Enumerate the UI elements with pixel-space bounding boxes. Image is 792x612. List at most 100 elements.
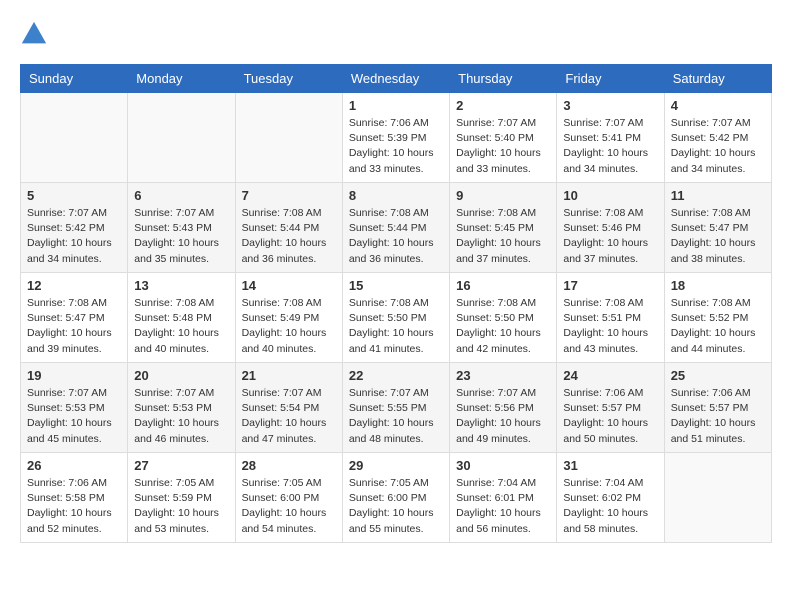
calendar-day-cell: 29Sunrise: 7:05 AM Sunset: 6:00 PM Dayli… xyxy=(342,453,449,543)
day-number: 2 xyxy=(456,98,550,113)
day-info: Sunrise: 7:06 AM Sunset: 5:39 PM Dayligh… xyxy=(349,116,443,177)
day-number: 25 xyxy=(671,368,765,383)
day-number: 23 xyxy=(456,368,550,383)
calendar-day-cell: 11Sunrise: 7:08 AM Sunset: 5:47 PM Dayli… xyxy=(664,183,771,273)
calendar-day-cell: 13 Sunrise: 7:08 AM Sunset: 5:48 PM Dayli… xyxy=(128,273,235,363)
calendar-week-row: 26 Sunrise: 7:06 AM Sunset: 5:58 PM Dayli… xyxy=(21,453,772,543)
calendar-week-row: 5 Sunrise: 7:07 AM Sunset: 5:42 PM Daylig… xyxy=(21,183,772,273)
day-info: Sunrise: 7:08 AM Sunset: 5:50 PM Dayligh… xyxy=(456,296,550,357)
page-header xyxy=(20,20,772,48)
logo-icon xyxy=(20,20,48,48)
day-info: Sunrise: 7:08 AM Sunset: 5:45 PM Dayligh… xyxy=(456,206,550,267)
day-number: 10 xyxy=(563,188,657,203)
calendar-day-cell: 6 Sunrise: 7:07 AM Sunset: 5:43 PM Daylig… xyxy=(128,183,235,273)
calendar-day-cell xyxy=(128,93,235,183)
day-number: 17 xyxy=(563,278,657,293)
day-number: 5 xyxy=(27,188,121,203)
calendar-day-cell: 12 Sunrise: 7:08 AM Sunset: 5:47 PM Dayli… xyxy=(21,273,128,363)
logo xyxy=(20,20,52,48)
day-of-week-header: Wednesday xyxy=(342,65,449,93)
calendar-day-cell: 27 Sunrise: 7:05 AM Sunset: 5:59 PM Dayli… xyxy=(128,453,235,543)
day-number: 22 xyxy=(349,368,443,383)
day-number: 6 xyxy=(134,188,228,203)
day-info: Sunrise: 7:07 AM Sunset: 5:41 PM Dayligh… xyxy=(563,116,657,177)
day-info: Sunrise: 7:08 AM Sunset: 5:50 PM Dayligh… xyxy=(349,296,443,357)
calendar-day-cell: 1 Sunrise: 7:06 AM Sunset: 5:39 PM Daylig… xyxy=(342,93,449,183)
calendar-day-cell: 4 Sunrise: 7:07 AM Sunset: 5:42 PM Daylig… xyxy=(664,93,771,183)
calendar-body: 1 Sunrise: 7:06 AM Sunset: 5:39 PM Daylig… xyxy=(21,93,772,543)
day-number: 15 xyxy=(349,278,443,293)
calendar-day-cell: 14 Sunrise: 7:08 AM Sunset: 5:49 PM Dayli… xyxy=(235,273,342,363)
day-info: Sunrise: 7:04 AM Sunset: 6:02 PM Dayligh… xyxy=(563,476,657,537)
calendar-day-cell: 3 Sunrise: 7:07 AM Sunset: 5:41 PM Daylig… xyxy=(557,93,664,183)
day-number: 30 xyxy=(456,458,550,473)
day-info: Sunrise: 7:05 AM Sunset: 6:00 PM Dayligh… xyxy=(242,476,336,537)
day-info: Sunrise: 7:08 AM Sunset: 5:49 PM Dayligh… xyxy=(242,296,336,357)
day-number: 20 xyxy=(134,368,228,383)
day-number: 12 xyxy=(27,278,121,293)
day-of-week-header: Monday xyxy=(128,65,235,93)
day-info: Sunrise: 7:06 AM Sunset: 5:58 PM Dayligh… xyxy=(27,476,121,537)
day-info: Sunrise: 7:08 AM Sunset: 5:48 PM Dayligh… xyxy=(134,296,228,357)
calendar-day-cell: 26 Sunrise: 7:06 AM Sunset: 5:58 PM Dayli… xyxy=(21,453,128,543)
day-of-week-header: Sunday xyxy=(21,65,128,93)
day-number: 1 xyxy=(349,98,443,113)
day-number: 19 xyxy=(27,368,121,383)
calendar-day-cell: 18Sunrise: 7:08 AM Sunset: 5:52 PM Dayli… xyxy=(664,273,771,363)
calendar-table: SundayMondayTuesdayWednesdayThursdayFrid… xyxy=(20,64,772,543)
calendar-day-cell: 20 Sunrise: 7:07 AM Sunset: 5:53 PM Dayli… xyxy=(128,363,235,453)
day-info: Sunrise: 7:06 AM Sunset: 5:57 PM Dayligh… xyxy=(671,386,765,447)
day-number: 18 xyxy=(671,278,765,293)
calendar-day-cell: 31Sunrise: 7:04 AM Sunset: 6:02 PM Dayli… xyxy=(557,453,664,543)
calendar-day-cell: 30 Sunrise: 7:04 AM Sunset: 6:01 PM Dayli… xyxy=(450,453,557,543)
calendar-day-cell: 16 Sunrise: 7:08 AM Sunset: 5:50 PM Dayli… xyxy=(450,273,557,363)
day-number: 16 xyxy=(456,278,550,293)
day-number: 4 xyxy=(671,98,765,113)
day-info: Sunrise: 7:08 AM Sunset: 5:51 PM Dayligh… xyxy=(563,296,657,357)
day-info: Sunrise: 7:08 AM Sunset: 5:46 PM Dayligh… xyxy=(563,206,657,267)
day-number: 8 xyxy=(349,188,443,203)
calendar-day-cell: 17 Sunrise: 7:08 AM Sunset: 5:51 PM Dayli… xyxy=(557,273,664,363)
day-info: Sunrise: 7:08 AM Sunset: 5:47 PM Dayligh… xyxy=(671,206,765,267)
day-info: Sunrise: 7:08 AM Sunset: 5:47 PM Dayligh… xyxy=(27,296,121,357)
calendar-day-cell: 22 Sunrise: 7:07 AM Sunset: 5:55 PM Dayli… xyxy=(342,363,449,453)
day-info: Sunrise: 7:07 AM Sunset: 5:42 PM Dayligh… xyxy=(671,116,765,177)
calendar-day-cell: 15 Sunrise: 7:08 AM Sunset: 5:50 PM Dayli… xyxy=(342,273,449,363)
day-number: 9 xyxy=(456,188,550,203)
day-of-week-header: Thursday xyxy=(450,65,557,93)
day-number: 26 xyxy=(27,458,121,473)
day-number: 24 xyxy=(563,368,657,383)
calendar-day-cell: 2 Sunrise: 7:07 AM Sunset: 5:40 PM Daylig… xyxy=(450,93,557,183)
calendar-day-cell: 8 Sunrise: 7:08 AM Sunset: 5:44 PM Daylig… xyxy=(342,183,449,273)
day-number: 14 xyxy=(242,278,336,293)
day-info: Sunrise: 7:07 AM Sunset: 5:55 PM Dayligh… xyxy=(349,386,443,447)
calendar-day-cell xyxy=(235,93,342,183)
calendar-day-cell: 9 Sunrise: 7:08 AM Sunset: 5:45 PM Daylig… xyxy=(450,183,557,273)
day-info: Sunrise: 7:07 AM Sunset: 5:53 PM Dayligh… xyxy=(27,386,121,447)
day-info: Sunrise: 7:07 AM Sunset: 5:53 PM Dayligh… xyxy=(134,386,228,447)
day-info: Sunrise: 7:04 AM Sunset: 6:01 PM Dayligh… xyxy=(456,476,550,537)
day-number: 27 xyxy=(134,458,228,473)
day-of-week-header: Tuesday xyxy=(235,65,342,93)
calendar-day-cell: 23 Sunrise: 7:07 AM Sunset: 5:56 PM Dayli… xyxy=(450,363,557,453)
day-info: Sunrise: 7:07 AM Sunset: 5:56 PM Dayligh… xyxy=(456,386,550,447)
calendar-day-cell: 5 Sunrise: 7:07 AM Sunset: 5:42 PM Daylig… xyxy=(21,183,128,273)
day-info: Sunrise: 7:08 AM Sunset: 5:44 PM Dayligh… xyxy=(242,206,336,267)
day-info: Sunrise: 7:05 AM Sunset: 5:59 PM Dayligh… xyxy=(134,476,228,537)
day-of-week-header: Saturday xyxy=(664,65,771,93)
day-of-week-header-row: SundayMondayTuesdayWednesdayThursdayFrid… xyxy=(21,65,772,93)
calendar-day-cell xyxy=(664,453,771,543)
calendar-day-cell: 28Sunrise: 7:05 AM Sunset: 6:00 PM Dayli… xyxy=(235,453,342,543)
calendar-week-row: 1 Sunrise: 7:06 AM Sunset: 5:39 PM Daylig… xyxy=(21,93,772,183)
calendar-week-row: 12 Sunrise: 7:08 AM Sunset: 5:47 PM Dayli… xyxy=(21,273,772,363)
day-info: Sunrise: 7:07 AM Sunset: 5:42 PM Dayligh… xyxy=(27,206,121,267)
day-info: Sunrise: 7:08 AM Sunset: 5:44 PM Dayligh… xyxy=(349,206,443,267)
day-number: 13 xyxy=(134,278,228,293)
calendar-day-cell: 24Sunrise: 7:06 AM Sunset: 5:57 PM Dayli… xyxy=(557,363,664,453)
calendar-day-cell: 25 Sunrise: 7:06 AM Sunset: 5:57 PM Dayli… xyxy=(664,363,771,453)
calendar-day-cell: 19 Sunrise: 7:07 AM Sunset: 5:53 PM Dayli… xyxy=(21,363,128,453)
day-info: Sunrise: 7:07 AM Sunset: 5:40 PM Dayligh… xyxy=(456,116,550,177)
calendar-day-cell: 7Sunrise: 7:08 AM Sunset: 5:44 PM Daylig… xyxy=(235,183,342,273)
day-number: 3 xyxy=(563,98,657,113)
day-info: Sunrise: 7:07 AM Sunset: 5:43 PM Dayligh… xyxy=(134,206,228,267)
